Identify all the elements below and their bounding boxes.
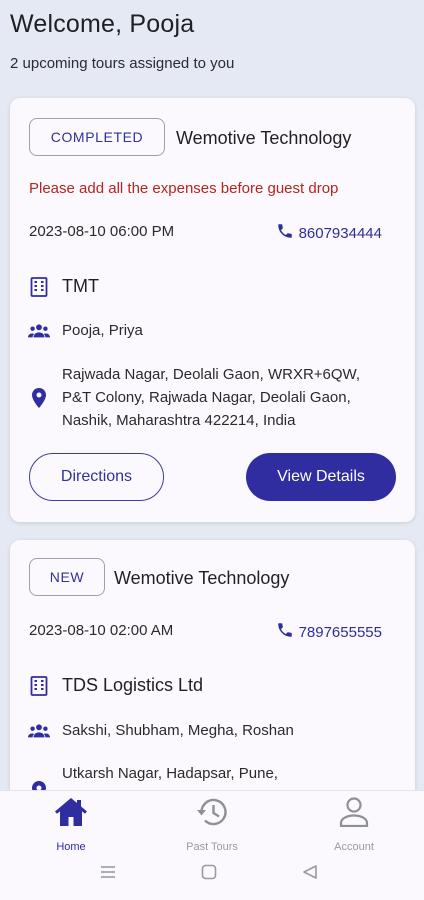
- group-icon: [28, 323, 50, 339]
- company-name: Wemotive Technology: [176, 128, 352, 148]
- phone-icon: [276, 621, 294, 643]
- organization-name: TDS Logistics Ltd: [62, 675, 204, 695]
- phone-link[interactable]: 8607934444: [276, 222, 382, 244]
- tour-address: Utkarsh Nagar, Hadapsar, Pune,: [62, 765, 278, 782]
- guests-row: Pooja, Priya: [28, 322, 143, 339]
- building-icon: [28, 276, 50, 297]
- organization-row: TDS Logistics Ltd: [28, 675, 203, 696]
- tour-card[interactable]: COMPLETED Wemotive Technology Please add…: [10, 98, 415, 522]
- nav-past-tours[interactable]: Past Tours: [162, 797, 262, 853]
- header: Welcome, Pooja 2 upcoming tours assigned…: [10, 10, 234, 72]
- phone-number: 7897655555: [298, 623, 382, 641]
- home-square-icon[interactable]: [201, 864, 217, 885]
- home-icon: [54, 797, 88, 832]
- building-icon: [28, 675, 50, 696]
- nav-home-label: Home: [56, 841, 86, 853]
- tour-datetime: 2023-08-10 02:00 AM: [29, 622, 174, 639]
- status-badge: NEW: [29, 558, 105, 596]
- phone-number: 8607934444: [298, 224, 382, 242]
- group-icon: [28, 723, 50, 739]
- guest-names: Sakshi, Shubham, Megha, Roshan: [62, 722, 294, 739]
- view-details-button[interactable]: View Details: [246, 453, 396, 501]
- nav-past-tours-label: Past Tours: [186, 841, 238, 853]
- location-pin-icon: [28, 387, 50, 408]
- phone-icon: [276, 222, 294, 244]
- tours-count-subtitle: 2 upcoming tours assigned to you: [10, 55, 235, 72]
- directions-button[interactable]: Directions: [29, 453, 164, 501]
- expense-alert: Please add all the expenses before guest…: [29, 180, 339, 197]
- guests-row: Sakshi, Shubham, Megha, Roshan: [28, 722, 294, 739]
- organization-name: TMT: [62, 276, 99, 296]
- nav-home[interactable]: Home: [21, 797, 121, 853]
- guest-names: Pooja, Priya: [62, 322, 143, 339]
- address-row: Utkarsh Nagar, Hadapsar, Pune,: [28, 762, 392, 801]
- recents-icon[interactable]: [100, 864, 116, 885]
- company-name: Wemotive Technology: [114, 568, 290, 588]
- organization-row: TMT: [28, 276, 99, 297]
- nav-account-label: Account: [334, 841, 374, 853]
- person-icon: [339, 797, 369, 832]
- status-badge: COMPLETED: [29, 118, 165, 156]
- history-icon: [196, 797, 228, 832]
- tour-datetime: 2023-08-10 06:00 PM: [29, 223, 175, 240]
- nav-account[interactable]: Account: [304, 797, 404, 853]
- address-row: Rajwada Nagar, Deolali Gaon, WRXR+6QW, P…: [28, 363, 392, 432]
- welcome-title: Welcome, Pooja: [10, 10, 195, 38]
- phone-link[interactable]: 7897655555: [276, 621, 382, 643]
- back-triangle-icon[interactable]: [302, 864, 318, 885]
- tour-address: Rajwada Nagar, Deolali Gaon, WRXR+6QW, P…: [62, 366, 361, 429]
